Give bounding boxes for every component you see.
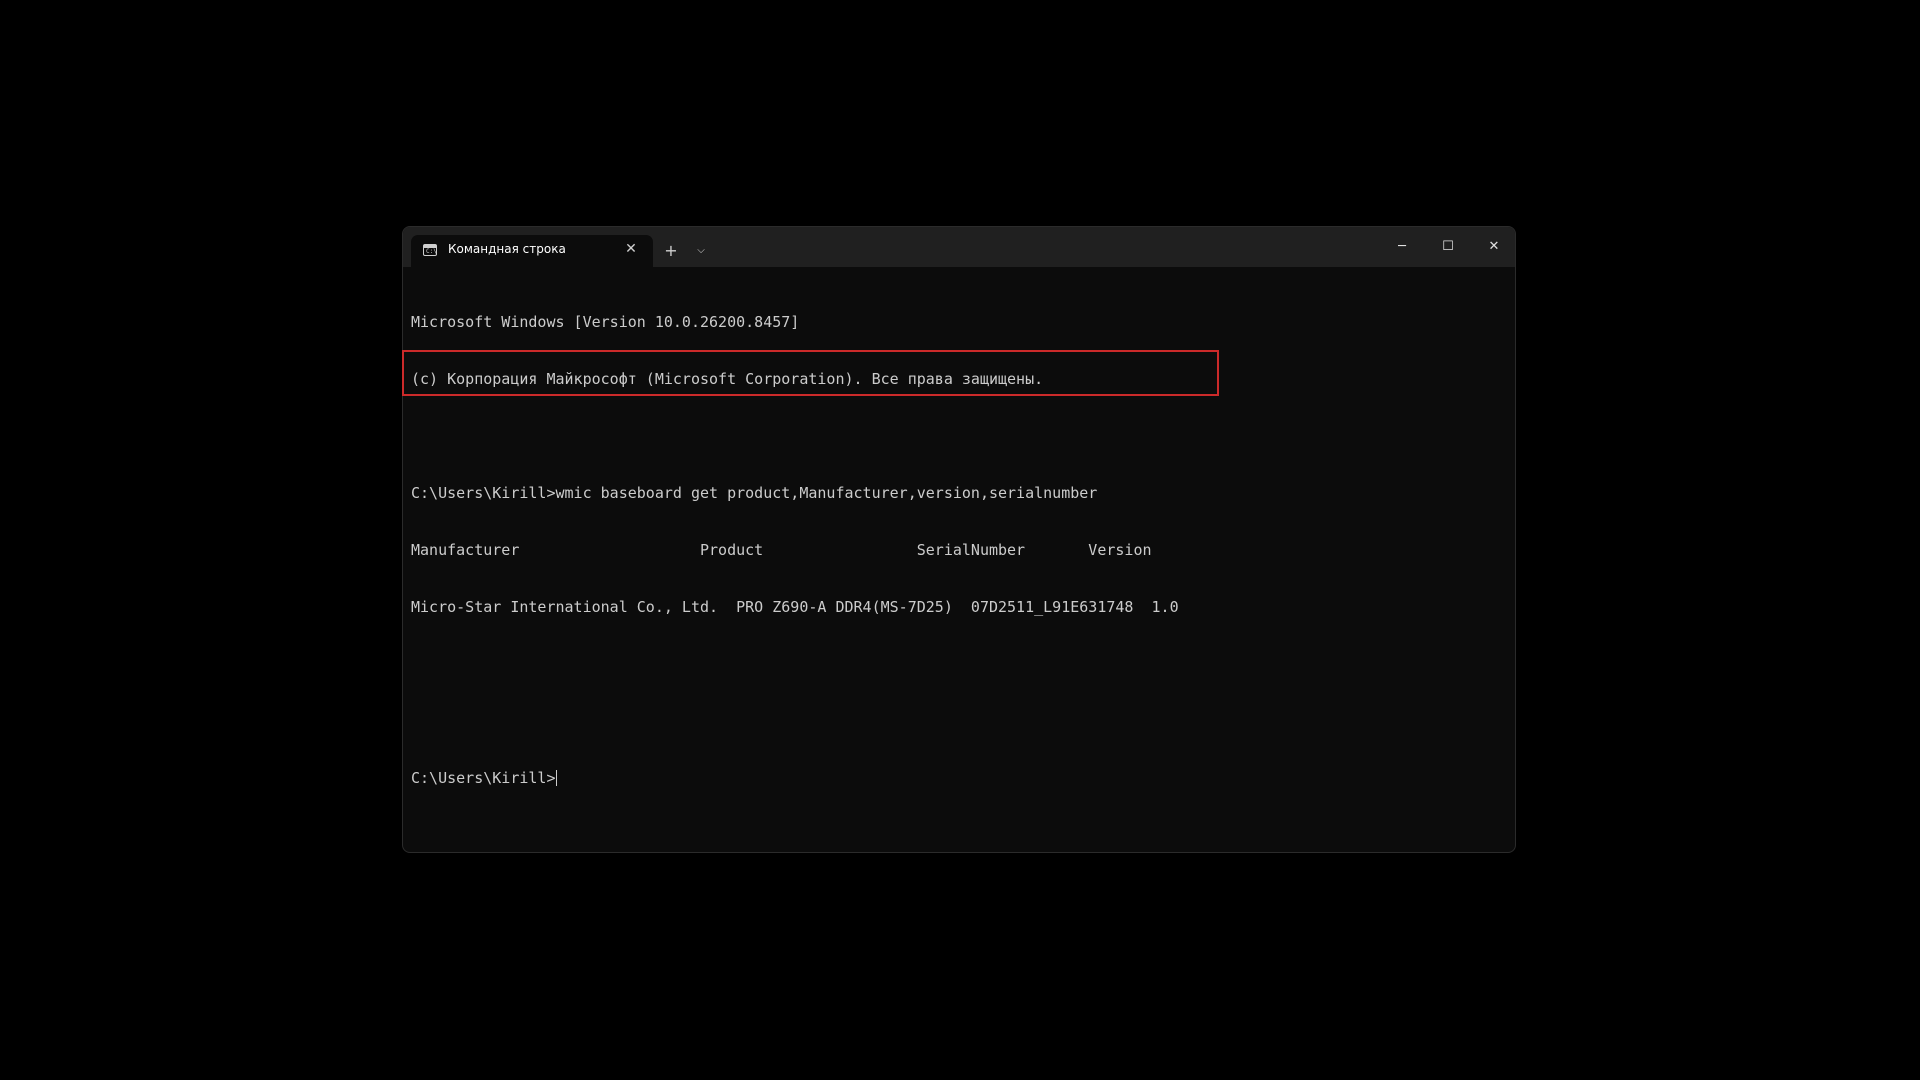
title-bar[interactable]: C:\ Командная строка ✕ + ⌵ ─ ☐ ✕ <box>403 227 1515 267</box>
console-line-prompt[interactable]: C:\Users\Kirill> <box>411 769 1501 788</box>
new-tab-button[interactable]: + <box>661 241 681 261</box>
minimize-button[interactable]: ─ <box>1379 227 1425 267</box>
console-line-blank <box>411 427 1501 446</box>
maximize-button[interactable]: ☐ <box>1425 227 1471 267</box>
prompt-text: C:\Users\Kirill> <box>411 769 556 787</box>
chevron-down-icon[interactable]: ⌵ <box>691 241 711 261</box>
text-cursor <box>555 770 557 786</box>
tab-command-prompt[interactable]: C:\ Командная строка ✕ <box>411 235 653 267</box>
console-line-version: Microsoft Windows [Version 10.0.26200.84… <box>411 313 800 331</box>
console-output[interactable]: Microsoft Windows [Version 10.0.26200.84… <box>411 275 1501 826</box>
console-line-value-row: Micro-Star International Co., Ltd. PRO Z… <box>411 598 1179 616</box>
terminal-icon: C:\ <box>423 244 437 256</box>
tab-title: Командная строка <box>448 242 566 256</box>
console-line-copyright: (c) Корпорация Майкрософт (Microsoft Cor… <box>411 370 1044 388</box>
console-line-blank <box>411 655 1501 674</box>
console-line-header-row: Manufacturer Product SerialNumber Versio… <box>411 541 1152 559</box>
tab-close-icon[interactable]: ✕ <box>623 241 639 257</box>
console-line-command: C:\Users\Kirill>wmic baseboard get produ… <box>411 484 1098 502</box>
terminal-window: C:\ Командная строка ✕ + ⌵ ─ ☐ ✕ Microso… <box>402 226 1516 853</box>
close-window-button[interactable]: ✕ <box>1471 227 1515 267</box>
console-line-blank <box>411 712 1501 731</box>
